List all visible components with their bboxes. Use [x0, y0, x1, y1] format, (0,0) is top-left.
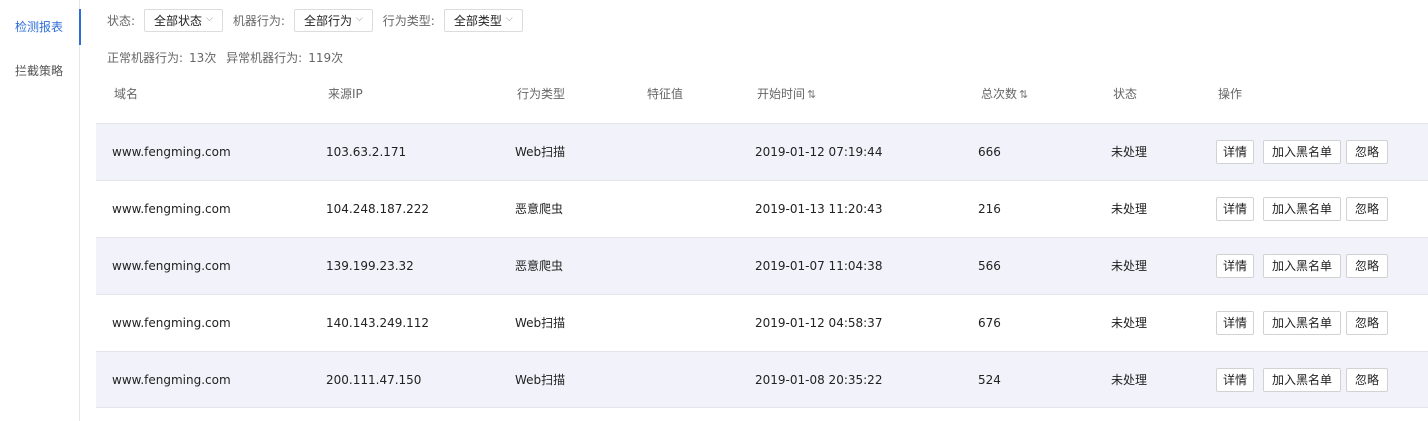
cell-source-ip: 104.248.187.222 [326, 202, 430, 216]
cell-total-count: 216 [978, 202, 1001, 216]
cell-total-count: 566 [978, 259, 1001, 273]
sort-icon[interactable]: ⇅ [1019, 88, 1028, 101]
chevron-down-icon: ⌵ [355, 14, 363, 24]
chevron-down-icon: ⌵ [206, 14, 213, 24]
cell-source-ip: 139.199.23.32 [326, 259, 414, 273]
table-row: www.fengming.com 103.63.2.171 Web扫描 2019-01… [96, 123, 1428, 180]
machine-filter-value: 全部行为 [303, 13, 352, 28]
cell-start-time: 2019-01-12 04:58:37 [755, 316, 883, 330]
add-to-blacklist-button[interactable]: 加入黑名单 [1263, 197, 1341, 221]
cell-source-ip: 200.111.47.150 [326, 373, 422, 387]
header-total-count[interactable]: 总次数 ⇅ [981, 80, 1028, 109]
detail-button[interactable]: 详情 [1216, 197, 1254, 221]
normal-behavior-label: 正常机器行为: [107, 51, 184, 65]
filter-bar: 状态: 全部状态 ⌵ 机器行为: 全部行为 ⌵ 行为类型: 全部类型 ⌵ [107, 8, 533, 32]
status-filter-label: 状态: [107, 13, 136, 28]
table-header: 域名 来源IP 行为类型 特征值 开始时间 ⇅ 总次数 ⇅ 状态 操作 [96, 80, 1428, 108]
table-row: www.fengming.com 139.199.23.32 恶意爬虫 2019-01… [96, 237, 1428, 294]
cell-start-time: 2019-01-12 07:19:44 [755, 145, 883, 159]
table-row: www.fengming.com 140.143.249.112 Web扫描 2019… [96, 294, 1428, 351]
cell-status: 未处理 [1111, 145, 1148, 159]
type-filter-select[interactable]: 全部类型 ⌵ [443, 8, 523, 32]
header-domain: 域名 [114, 87, 139, 101]
add-to-blacklist-button[interactable]: 加入黑名单 [1263, 254, 1341, 278]
sidebar-item-detection-report[interactable]: 检测报表 [0, 9, 81, 45]
sort-icon[interactable]: ⇅ [807, 88, 816, 101]
abnormal-behavior-label: 异常机器行为: [226, 51, 303, 65]
cell-start-time: 2019-01-07 11:04:38 [755, 259, 883, 273]
header-total-count-label: 总次数 [981, 87, 1018, 101]
table-row: www.fengming.com 104.248.187.222 恶意爬虫 2019-… [96, 180, 1428, 237]
table-row: www.fengming.com 200.111.47.150 Web扫描 2019-… [96, 351, 1428, 408]
cell-domain: www.fengming.com [112, 259, 231, 273]
sidebar-item-block-policy[interactable]: 拦截策略 [0, 53, 80, 89]
header-start-time-label: 开始时间 [757, 87, 806, 101]
header-source-ip: 来源IP [328, 87, 363, 101]
machine-filter-label: 机器行为: [232, 13, 285, 28]
cell-start-time: 2019-01-08 20:35:22 [755, 373, 883, 387]
detail-button[interactable]: 详情 [1216, 254, 1254, 278]
add-to-blacklist-button[interactable]: 加入黑名单 [1263, 311, 1341, 335]
abnormal-behavior-count: 119次 [308, 51, 344, 65]
cell-total-count: 666 [978, 145, 1001, 159]
sidebar: 检测报表 拦截策略 [0, 0, 81, 421]
ignore-button[interactable]: 忽略 [1346, 311, 1388, 335]
cell-domain: www.fengming.com [112, 145, 231, 159]
cell-domain: www.fengming.com [112, 373, 231, 387]
cell-total-count: 524 [978, 373, 1001, 387]
header-status: 状态 [1113, 87, 1138, 101]
cell-status: 未处理 [1111, 373, 1148, 387]
status-filter-select[interactable]: 全部状态 ⌵ [144, 8, 223, 32]
cell-source-ip: 140.143.249.112 [326, 316, 430, 330]
cell-behavior-type: Web扫描 [515, 145, 566, 159]
type-filter-label: 行为类型: [382, 13, 435, 28]
cell-domain: www.fengming.com [112, 316, 231, 330]
cell-status: 未处理 [1111, 259, 1148, 273]
header-feature: 特征值 [647, 87, 684, 101]
ignore-button[interactable]: 忽略 [1346, 197, 1388, 221]
main-content: 状态: 全部状态 ⌵ 机器行为: 全部行为 ⌵ 行为类型: 全部类型 ⌵ 正常机… [96, 0, 1428, 421]
cell-total-count: 676 [978, 316, 1001, 330]
detail-button[interactable]: 详情 [1216, 368, 1254, 392]
ignore-button[interactable]: 忽略 [1346, 254, 1388, 278]
ignore-button[interactable]: 忽略 [1346, 368, 1388, 392]
cell-behavior-type: 恶意爬虫 [515, 259, 564, 273]
header-behavior-type: 行为类型 [517, 87, 566, 101]
header-start-time[interactable]: 开始时间 ⇅ [757, 80, 816, 109]
cell-status: 未处理 [1111, 316, 1148, 330]
cell-behavior-type: Web扫描 [515, 373, 566, 387]
add-to-blacklist-button[interactable]: 加入黑名单 [1263, 368, 1341, 392]
status-filter-value: 全部状态 [154, 13, 203, 28]
cell-domain: www.fengming.com [112, 202, 231, 216]
table-body: www.fengming.com 103.63.2.171 Web扫描 2019-01… [96, 123, 1428, 408]
chevron-down-icon: ⌵ [505, 14, 513, 24]
behavior-stats: 正常机器行为: 13次 异常机器行为: 119次 [107, 50, 349, 66]
cell-start-time: 2019-01-13 11:20:43 [755, 202, 883, 216]
cell-source-ip: 103.63.2.171 [326, 145, 407, 159]
type-filter-value: 全部类型 [453, 13, 502, 28]
normal-behavior-count: 13次 [189, 51, 217, 65]
detail-button[interactable]: 详情 [1216, 140, 1254, 164]
cell-behavior-type: 恶意爬虫 [515, 202, 564, 216]
cell-status: 未处理 [1111, 202, 1148, 216]
header-actions: 操作 [1218, 87, 1243, 101]
detail-button[interactable]: 详情 [1216, 311, 1254, 335]
machine-filter-select[interactable]: 全部行为 ⌵ [293, 8, 373, 32]
cell-behavior-type: Web扫描 [515, 316, 566, 330]
add-to-blacklist-button[interactable]: 加入黑名单 [1263, 140, 1341, 164]
ignore-button[interactable]: 忽略 [1346, 140, 1388, 164]
